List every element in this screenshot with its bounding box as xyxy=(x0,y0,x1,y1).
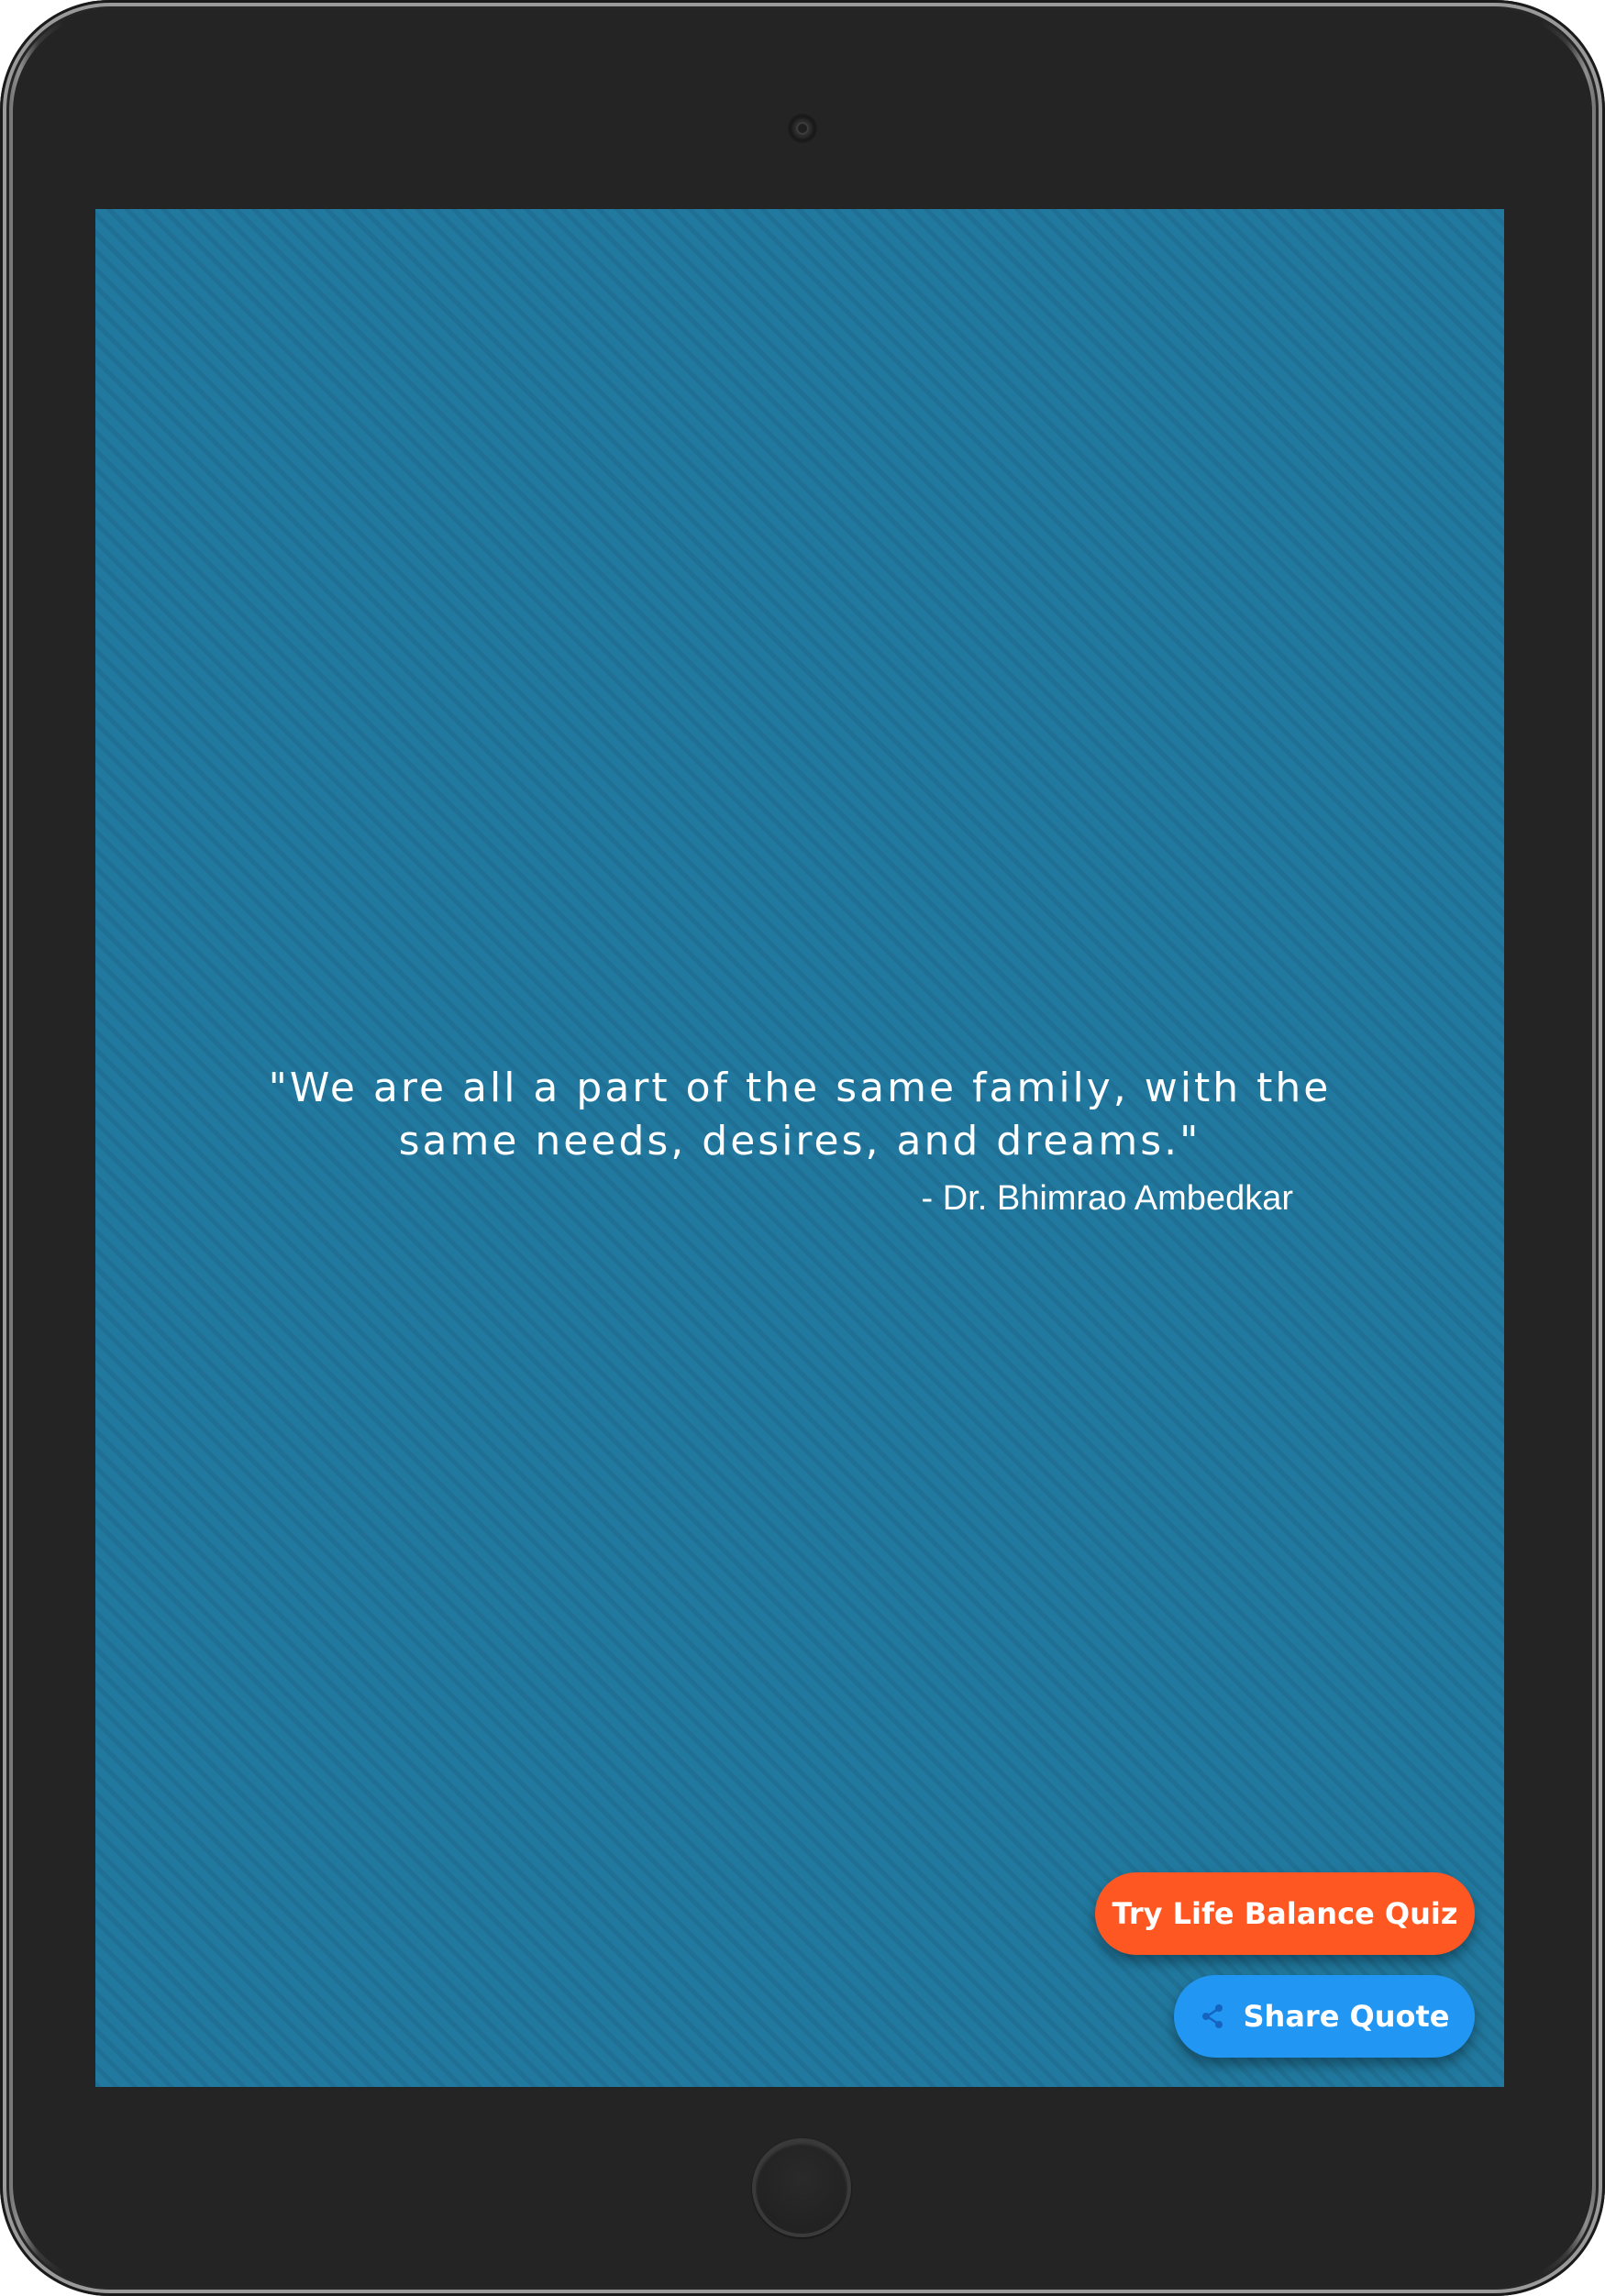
share-button-label: Share Quote xyxy=(1243,1999,1450,2034)
front-camera xyxy=(790,116,815,141)
share-icon xyxy=(1199,2003,1226,2030)
tablet-frame: "We are all a part of the same family, w… xyxy=(0,0,1605,2296)
quote-block: "We are all a part of the same family, w… xyxy=(233,1062,1367,1221)
share-quote-button[interactable]: Share Quote xyxy=(1174,1975,1475,2058)
quote-screen: "We are all a part of the same family, w… xyxy=(95,209,1504,2087)
quote-author: - Dr. Bhimrao Ambedkar xyxy=(921,1179,1293,1218)
quiz-button-label: Try Life Balance Quiz xyxy=(1112,1896,1458,1931)
quote-text: "We are all a part of the same family, w… xyxy=(268,1065,1332,1165)
life-balance-quiz-button[interactable]: Try Life Balance Quiz xyxy=(1095,1872,1475,1955)
home-button[interactable] xyxy=(752,2138,851,2237)
